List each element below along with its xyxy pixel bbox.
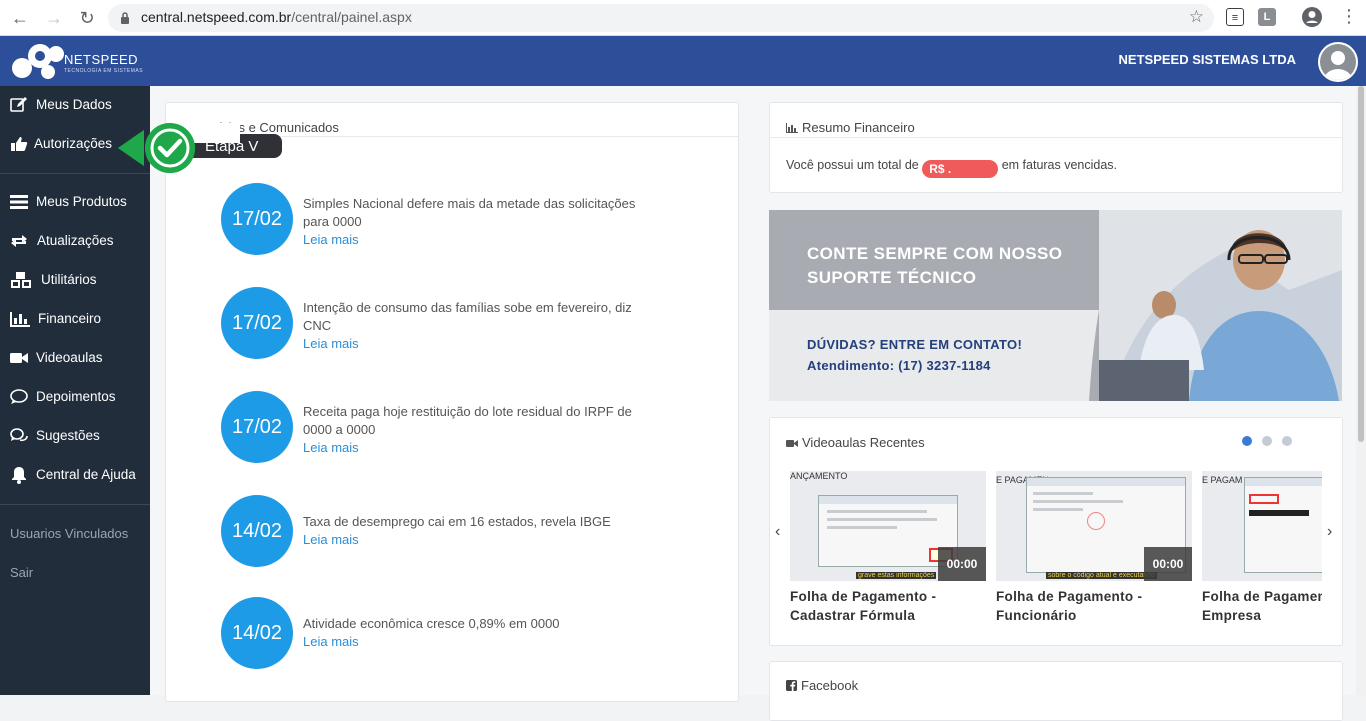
bell-icon: [12, 467, 26, 484]
back-icon[interactable]: ←: [8, 6, 32, 30]
company-name: NETSPEED SISTEMAS LTDA: [1118, 52, 1296, 67]
carousel-next-icon[interactable]: ›: [1327, 523, 1332, 541]
news-item: 17/02 Intenção de consumo das famílias s…: [221, 287, 701, 359]
news-text: Taxa de desemprego cai em 16 estados, re…: [303, 514, 611, 529]
sidebar-item-sair[interactable]: Sair: [10, 565, 33, 580]
carousel-dot[interactable]: [1282, 436, 1292, 446]
bar-chart-icon: [786, 123, 798, 133]
cubes-icon: [11, 272, 31, 288]
comments-icon: [10, 428, 28, 442]
browser-toolbar: ← → ↻ central.netspeed.com.br/central/pa…: [0, 0, 1366, 36]
news-text: Simples Nacional defere mais da metade d…: [303, 196, 636, 229]
video-duration: 00:00: [1144, 547, 1192, 581]
user-avatar[interactable]: [1318, 42, 1358, 82]
edit-icon: [10, 97, 27, 112]
video-icon: [10, 353, 28, 363]
check-circle-icon: [118, 123, 195, 173]
news-item: 17/02 Receita paga hoje restituição do l…: [221, 391, 701, 463]
sidebar-item-meus-produtos[interactable]: Meus Produtos: [0, 183, 150, 222]
video-caption: grave estas informações: [856, 572, 937, 579]
news-item: 17/02 Simples Nacional defere mais da me…: [221, 183, 701, 255]
video-title: Folha de Pagamento - Funcionário: [996, 589, 1143, 623]
sidebar-item-financeiro[interactable]: Financeiro: [0, 300, 150, 339]
app-header: NETSPEED TECNOLOGIA EM SISTEMAS NETSPEED…: [0, 36, 1366, 86]
facebook-icon: [786, 680, 797, 691]
sidebar-item-utilitarios[interactable]: Utilitários: [0, 261, 150, 300]
news-item: 14/02 Atividade econômica cresce 0,89% e…: [221, 597, 701, 669]
finance-panel: Resumo Financeiro Você possui um total d…: [769, 102, 1343, 193]
address-bar[interactable]: central.netspeed.com.br/central/painel.a…: [108, 4, 1214, 32]
page-scrollbar[interactable]: [1356, 86, 1366, 695]
thumbs-up-icon: [11, 137, 28, 151]
overdue-amount-badge: R$ .: [922, 160, 999, 178]
sidebar-item-depoimentos[interactable]: Depoimentos: [0, 378, 150, 417]
carousel-prev-icon[interactable]: ‹: [775, 523, 780, 541]
news-item: 14/02 Taxa de desemprego cai em 16 estad…: [221, 495, 701, 567]
reader-extension-icon[interactable]: ≡: [1226, 8, 1244, 26]
banner-contact: DÚVIDAS? ENTRE EM CONTATO! Atendimento: (…: [807, 337, 1023, 373]
reload-icon[interactable]: ↻: [75, 6, 99, 30]
read-more-link[interactable]: Leia mais: [303, 231, 643, 249]
news-text: Receita paga hoje restituição do lote re…: [303, 404, 632, 437]
news-date: 14/02: [221, 495, 293, 567]
screenshot-window: [1244, 477, 1322, 573]
panel-divider: [770, 137, 1342, 138]
read-more-link[interactable]: Leia mais: [303, 633, 643, 651]
bookmark-star-icon[interactable]: ☆: [1189, 7, 1204, 27]
read-more-link[interactable]: Leia mais: [303, 531, 643, 549]
refresh-icon: [11, 235, 27, 247]
news-date: 17/02: [221, 391, 293, 463]
news-text: Atividade econômica cresce 0,89% em 0000: [303, 616, 560, 631]
video-card[interactable]: E PAGAM Folha de Pagament Empresa: [1202, 471, 1322, 631]
sidebar-item-sugestoes[interactable]: Sugestões: [0, 417, 150, 456]
user-silhouette-icon: [1320, 44, 1356, 80]
support-banner[interactable]: CONTE SEMPRE COM NOSSO SUPORTE TÉCNICO DÚ…: [769, 210, 1342, 401]
sidebar-item-videoaulas[interactable]: Videoaulas: [0, 339, 150, 378]
sidebar-item-atualizacoes[interactable]: Atualizações: [0, 222, 150, 261]
read-more-link[interactable]: Leia mais: [303, 439, 643, 457]
read-more-link[interactable]: Leia mais: [303, 335, 643, 353]
news-panel: Notícias e Comunicados 17/02 Simples Nac…: [165, 102, 739, 702]
news-date: 17/02: [221, 287, 293, 359]
extension-l-icon[interactable]: L: [1258, 8, 1276, 26]
banner-headline: CONTE SEMPRE COM NOSSO SUPORTE TÉCNICO: [807, 244, 1063, 287]
lock-icon: [121, 12, 129, 24]
browser-menu-icon[interactable]: ⋮: [1340, 6, 1358, 26]
news-date: 17/02: [221, 183, 293, 255]
video-thumbnail: E PAGAM: [1202, 471, 1322, 581]
carousel-dot[interactable]: [1262, 436, 1272, 446]
finance-summary-text: Você possui um total de R$ . em faturas …: [786, 158, 1118, 178]
sidebar-divider: [0, 504, 150, 505]
screenshot-window: [818, 495, 958, 567]
url-text: central.netspeed.com.br/central/painel.a…: [141, 9, 412, 25]
video-title: Folha de Pagamento - Cadastrar Fórmula: [790, 589, 937, 623]
video-title: Folha de Pagament Empresa: [1202, 589, 1322, 623]
netspeed-logo-icon: [12, 44, 64, 79]
list-icon: [10, 195, 28, 209]
video-thumbnail: E PAGAMEN sobre o código atual e executa…: [996, 471, 1192, 581]
profile-icon[interactable]: [1302, 7, 1322, 27]
facebook-panel-title: Facebook: [786, 678, 858, 693]
comment-icon: [10, 389, 28, 404]
video-thumbnail: ANÇAMENTO grave estas informações 00:00: [790, 471, 986, 581]
news-text: Intenção de consumo das famílias sobe em…: [303, 300, 632, 333]
news-date: 14/02: [221, 597, 293, 669]
video-camera-icon: [786, 440, 798, 447]
scrollbar-thumb[interactable]: [1358, 86, 1364, 442]
video-duration: 00:00: [938, 547, 986, 581]
videos-panel-title: Videoaulas Recentes: [786, 435, 925, 450]
main-content: Notícias e Comunicados 17/02 Simples Nac…: [150, 86, 1356, 721]
sidebar-item-usuarios-vinculados[interactable]: Usuarios Vinculados: [10, 526, 128, 541]
finance-panel-title: Resumo Financeiro: [786, 120, 915, 135]
bar-chart-icon: [10, 312, 30, 327]
facebook-panel: Facebook: [769, 661, 1343, 721]
sidebar: Meus Dados Autorizações Meus Produtos At…: [0, 86, 150, 695]
forward-icon[interactable]: →: [42, 6, 66, 30]
video-caption: sobre o código atual e executando: [1046, 572, 1158, 579]
logo-subtitle: TECNOLOGIA EM SISTEMAS: [64, 68, 144, 74]
logo-text: NETSPEED: [64, 52, 139, 67]
sidebar-item-central-de-ajuda[interactable]: Central de Ajuda: [0, 456, 150, 495]
carousel-dot-active[interactable]: [1242, 436, 1252, 446]
